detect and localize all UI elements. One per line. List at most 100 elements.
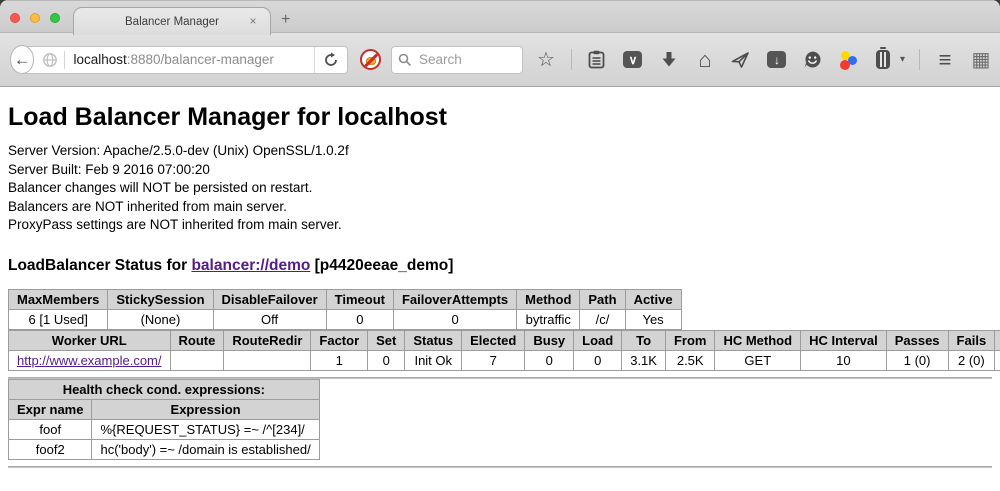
worker-url-cell: http://www.example.com/ [9,350,171,370]
hc-uri-value [995,350,1000,370]
status-heading-prefix: LoadBalancer Status for [8,257,191,274]
clipboard-icon[interactable] [586,49,608,71]
table-header-row: Expr name Expression [9,399,320,419]
globe-icon [42,52,58,68]
minimize-window-button[interactable] [30,13,40,23]
home-icon[interactable]: ⌂ [694,49,716,71]
search-input[interactable] [417,51,507,68]
column-header: To [622,330,666,350]
grid-panel-icon[interactable]: ▦ [970,49,992,71]
status-value: Init Ok [405,350,462,370]
tab-balancer-manager[interactable]: Balancer Manager × [73,7,271,35]
chevron-down-icon[interactable]: ▾ [900,54,905,65]
fails-value: 2 (0) [948,350,995,370]
reload-button[interactable] [314,47,347,73]
hc-interval-value: 10 [801,350,887,370]
table-title-row: Health check cond. expressions: [9,379,320,399]
factor-value: 1 [311,350,368,370]
server-info: Server Version: Apache/2.5.0-dev (Unix) … [8,142,992,235]
from-value: 2.5K [665,350,715,370]
column-header: Method [517,289,580,309]
timeout-value: 0 [326,309,393,329]
expression-value: %{REQUEST_STATUS} =~ /^[234]/ [92,419,319,439]
passes-value: 1 (0) [886,350,948,370]
chat-smiley-icon[interactable] [802,49,824,71]
video-download-arrow-icon: ↓ [767,51,786,68]
url-bar[interactable]: localhost:8880/balancer-manager [19,46,348,74]
bookmark-star-icon[interactable]: ☆ [535,49,557,71]
column-header: Fails [948,330,995,350]
expr-name-value: foof [9,419,92,439]
column-header: Status [405,330,462,350]
balancer-settings-table: MaxMembers StickySession DisableFailover… [8,289,682,330]
url-host: localhost [73,52,126,67]
persist-notice-line: Balancer changes will NOT be persisted o… [8,179,992,198]
column-header: Timeout [326,289,393,309]
column-header: Load [574,330,622,350]
pocket-icon[interactable]: ∨ [622,49,644,71]
worker-url-link[interactable]: http://www.example.com/ [17,353,162,368]
toolbar-separator [919,49,920,70]
search-icon [398,53,412,67]
status-heading-suffix: [p4420eeae_demo] [310,257,453,274]
toolbar-icons: ☆ ∨ ⌂ [535,49,992,71]
busy-value: 0 [525,350,574,370]
route-value [170,350,224,370]
send-plane-icon[interactable] [730,49,752,71]
column-header: HC uri [995,330,1000,350]
browser-window: Balancer Manager × + ← localhost:8880/ba… [0,0,1000,491]
table-header-row: Worker URL Route RouteRedir Factor Set S… [9,330,1000,350]
stickysession-value: (None) [108,309,213,329]
server-version-line: Server Version: Apache/2.5.0-dev (Unix) … [8,142,992,161]
title-bar: Balancer Manager × + [0,0,1000,33]
balancers-notice-line: Balancers are NOT inherited from main se… [8,198,992,217]
horizontal-rule [8,466,992,468]
routeredir-value [224,350,311,370]
column-header: From [665,330,715,350]
table-row: foof2 hc('body') =~ /domain is establish… [9,439,320,459]
loadbalancer-status-heading: LoadBalancer Status for balancer://demo … [8,257,992,275]
downloads-icon[interactable] [658,49,680,71]
column-header: Set [368,330,405,350]
load-value: 0 [574,350,622,370]
disablefailover-value: Off [213,309,326,329]
column-header: Worker URL [9,330,171,350]
tab-title: Balancer Manager [125,16,219,28]
video-download-icon[interactable]: ↓ [766,49,788,71]
health-table-title: Health check cond. expressions: [9,379,320,399]
flash-blocked-icon[interactable] [360,49,381,70]
expression-value: hc('body') =~ /domain is established/ [92,439,319,459]
column-header: Elected [462,330,525,350]
column-header: Route [170,330,224,350]
worker-row: http://www.example.com/ 1 0 Init Ok 7 0 … [9,350,1000,370]
server-built-line: Server Built: Feb 9 2016 07:00:20 [8,161,992,180]
container-icon[interactable] [872,49,894,71]
prohibition-slash-icon [362,52,379,69]
path-value: /c/ [580,309,625,329]
column-header: Expr name [9,399,92,419]
column-header: Expression [92,399,319,419]
active-value: Yes [625,309,681,329]
search-bar[interactable] [391,46,523,74]
to-value: 3.1K [622,350,666,370]
toolbar-right-group: ≡ ▦ [919,49,992,71]
maxmembers-value: 6 [1 Used] [9,309,108,329]
column-header: RouteRedir [224,330,311,350]
proxypass-notice-line: ProxyPass settings are NOT inherited fro… [8,216,992,235]
menu-hamburger-icon[interactable]: ≡ [934,49,956,71]
table-row: foof %{REQUEST_STATUS} =~ /^[234]/ [9,419,320,439]
balancer-demo-link[interactable]: balancer://demo [191,257,310,274]
method-value: bytraffic [517,309,580,329]
zoom-window-button[interactable] [50,13,60,23]
column-header: Active [625,289,681,309]
column-header: HC Interval [801,330,887,350]
column-header: DisableFailover [213,289,326,309]
column-header: Passes [886,330,948,350]
window-controls [10,13,60,23]
extension-dots-icon[interactable] [838,50,858,70]
column-header: MaxMembers [9,289,108,309]
close-tab-icon[interactable]: × [246,14,260,28]
close-window-button[interactable] [10,13,20,23]
new-tab-button[interactable]: + [281,11,290,29]
column-header: StickySession [108,289,213,309]
